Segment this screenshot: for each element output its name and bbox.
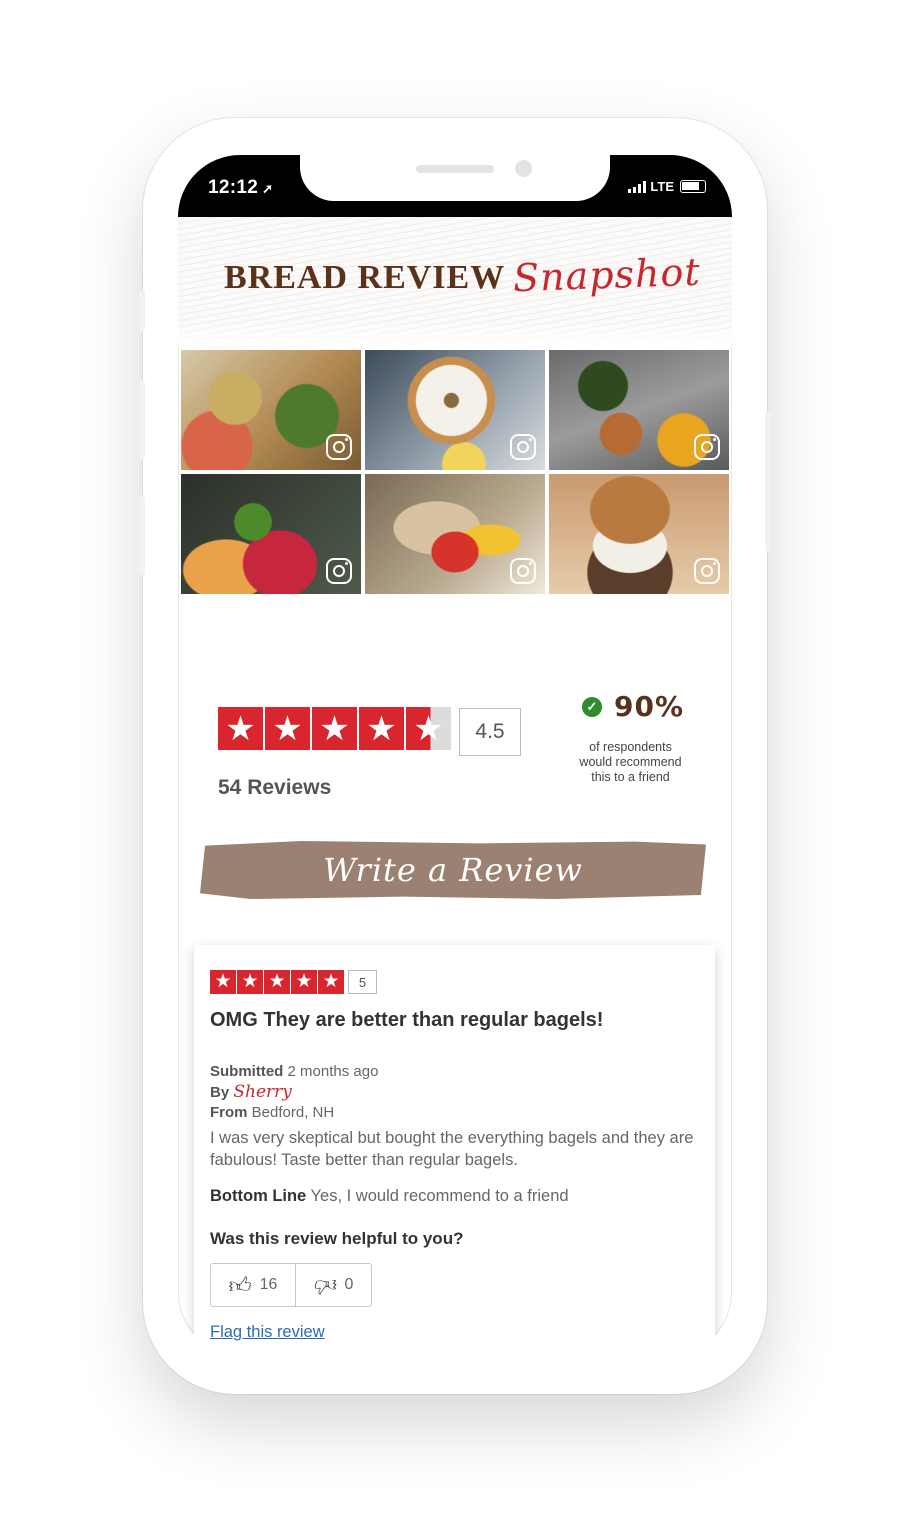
review-body: I was very skeptical but bought the ever… xyxy=(210,1129,694,1169)
photo-4[interactable] xyxy=(181,474,361,594)
hero-banner: BREAD REVIEW Snapshot xyxy=(178,217,732,345)
instagram-icon xyxy=(694,558,720,584)
notch xyxy=(300,155,610,201)
battery-icon xyxy=(680,180,706,193)
title-main: BREAD REVIEW xyxy=(224,259,506,296)
photo-2[interactable] xyxy=(365,350,545,470)
network-type: LTE xyxy=(650,179,674,194)
bottom-line-label: Bottom Line xyxy=(210,1187,307,1205)
author-name: Sherry xyxy=(233,1082,292,1102)
recommend-percent-value: 90% xyxy=(614,690,685,723)
location-arrow-icon: ➚ xyxy=(262,181,274,196)
photo-3[interactable] xyxy=(549,350,729,470)
submitted-label: Submitted xyxy=(210,1063,284,1080)
thumbs-up-icon: 👍︎ xyxy=(228,1272,252,1298)
status-bar: 12:12 ➚ LTE xyxy=(178,155,732,217)
author-line: By Sherry xyxy=(210,1082,292,1102)
from-value: Bedford, NH xyxy=(251,1104,335,1121)
write-review-label: Write a Review xyxy=(323,851,583,889)
phone-screen: 12:12 ➚ LTE BREAD REVIEW Snapshot ★ ★ ★ … xyxy=(178,155,732,1355)
bottom-line: Bottom Line Yes, I would recommend to a … xyxy=(210,1187,569,1206)
photo-6[interactable] xyxy=(549,474,729,594)
star-icon: ★ xyxy=(359,707,404,750)
time-text: 12:12 xyxy=(208,177,259,198)
submitted-line: Submitted 2 months ago xyxy=(210,1063,378,1080)
star-icon: ★ xyxy=(264,970,290,994)
front-camera xyxy=(515,160,532,177)
star-icon: ★ xyxy=(210,970,236,994)
review-stars: ★ ★ ★ ★ ★ xyxy=(210,970,344,994)
thumbs-down-icon: 👍︎ xyxy=(313,1272,337,1298)
bottom-line-value: Yes, I would recommend to a friend xyxy=(310,1187,569,1205)
average-rating-stars: ★ ★ ★ ★ ★ xyxy=(218,707,451,750)
flag-review-link[interactable]: Flag this review xyxy=(210,1323,325,1342)
status-indicators: LTE xyxy=(628,179,706,194)
volume-up-button xyxy=(139,380,145,460)
title-script: Snapshot xyxy=(512,249,702,301)
photo-1[interactable] xyxy=(181,350,361,470)
photo-grid xyxy=(181,350,729,594)
volume-down-button xyxy=(139,495,145,575)
half-star-icon: ★ xyxy=(406,707,451,750)
location-line: From Bedford, NH xyxy=(210,1104,334,1121)
review-title: OMG They are better than regular bagels! xyxy=(210,1009,604,1031)
star-icon: ★ xyxy=(237,970,263,994)
review-card: ★ ★ ★ ★ ★ 5 OMG They are better than reg… xyxy=(194,945,715,1355)
silent-switch xyxy=(139,290,145,332)
status-time: 12:12 ➚ xyxy=(208,177,273,199)
helpful-no-count: 0 xyxy=(344,1276,354,1293)
by-label: By xyxy=(210,1084,230,1101)
star-icon: ★ xyxy=(312,707,357,750)
signal-icon xyxy=(628,180,647,193)
helpful-yes-count: 16 xyxy=(259,1276,278,1293)
photo-5[interactable] xyxy=(365,474,545,594)
hero-fade xyxy=(178,321,732,345)
helpful-question: Was this review helpful to you? xyxy=(210,1229,464,1248)
review-count[interactable]: 54 Reviews xyxy=(218,776,331,800)
power-button xyxy=(765,412,771,552)
instagram-icon xyxy=(326,558,352,584)
instagram-icon xyxy=(694,434,720,460)
star-icon: ★ xyxy=(265,707,310,750)
star-icon: ★ xyxy=(218,707,263,750)
check-icon: ✓ xyxy=(582,696,602,717)
from-label: From xyxy=(210,1104,248,1121)
star-icon: ★ xyxy=(318,970,344,994)
recommend-text: of respondents would recommend this to a… xyxy=(579,740,682,784)
helpful-yes-button[interactable]: 👍︎ 16 xyxy=(211,1264,295,1306)
write-review-button[interactable]: Write a Review xyxy=(200,841,706,899)
instagram-icon xyxy=(510,434,536,460)
instagram-icon xyxy=(510,558,536,584)
stage: 12:12 ➚ LTE BREAD REVIEW Snapshot ★ ★ ★ … xyxy=(0,0,910,1536)
page-title: BREAD REVIEW Snapshot xyxy=(224,250,702,301)
page-content: BREAD REVIEW Snapshot ★ ★ ★ ★ ★ 4.5 54 R… xyxy=(178,217,732,1355)
review-score: 5 xyxy=(348,970,377,994)
average-score: 4.5 xyxy=(459,708,521,756)
submitted-value: 2 months ago xyxy=(287,1063,379,1080)
instagram-icon xyxy=(326,434,352,460)
recommend-percent: ✓ 90% xyxy=(582,690,684,723)
star-icon: ★ xyxy=(291,970,317,994)
helpful-no-button[interactable]: 👍︎ 0 xyxy=(295,1264,371,1306)
helpful-votes: 👍︎ 16 👍︎ 0 xyxy=(210,1263,372,1307)
speaker-grille xyxy=(416,165,494,173)
